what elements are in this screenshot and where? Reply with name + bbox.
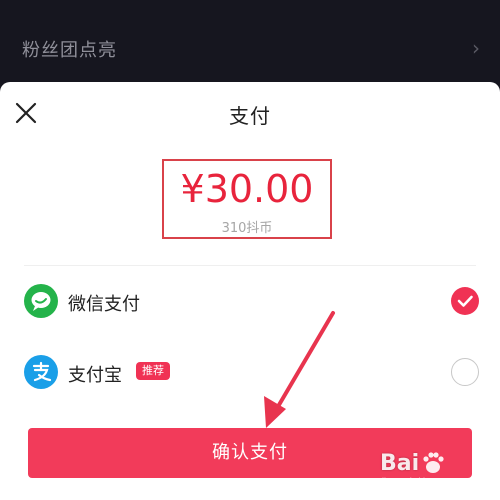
payment-option-alipay[interactable]: 支付宝 推荐 <box>0 347 500 397</box>
payment-option-wechat[interactable]: 微信支付 <box>0 276 500 326</box>
radio-unchecked[interactable] <box>451 358 479 386</box>
background-list-row: 粉丝团点亮 › <box>0 0 500 80</box>
price-amount: ¥30.00 <box>180 167 314 211</box>
amount-annotation-box: ¥30.00 310抖币 <box>162 159 332 239</box>
check-icon <box>457 295 473 307</box>
chevron-right-icon: › <box>472 36 480 60</box>
baidu-jingyan-watermark: Bai jingyan.baidu.com <box>380 443 496 487</box>
sheet-title: 支付 <box>229 104 271 128</box>
divider <box>24 265 476 266</box>
fan-group-light-up-label: 粉丝团点亮 <box>22 40 117 61</box>
alipay-icon <box>24 355 58 389</box>
coin-amount: 310抖币 <box>221 221 273 236</box>
payment-option-label: 微信支付 <box>68 294 140 315</box>
watermark-brand: Bai <box>380 451 420 476</box>
wechat-pay-icon <box>24 284 58 318</box>
paw-logo-icon <box>423 452 444 473</box>
radio-checked[interactable] <box>451 287 479 315</box>
payment-sheet: 支付 ¥30.00 310抖币 微信支付 支付宝 推荐 确认支付 <box>0 82 500 500</box>
recommend-badge: 推荐 <box>136 362 170 380</box>
payment-option-label: 支付宝 <box>68 365 122 386</box>
watermark-sub: jingyan.baidu.com <box>382 477 447 485</box>
